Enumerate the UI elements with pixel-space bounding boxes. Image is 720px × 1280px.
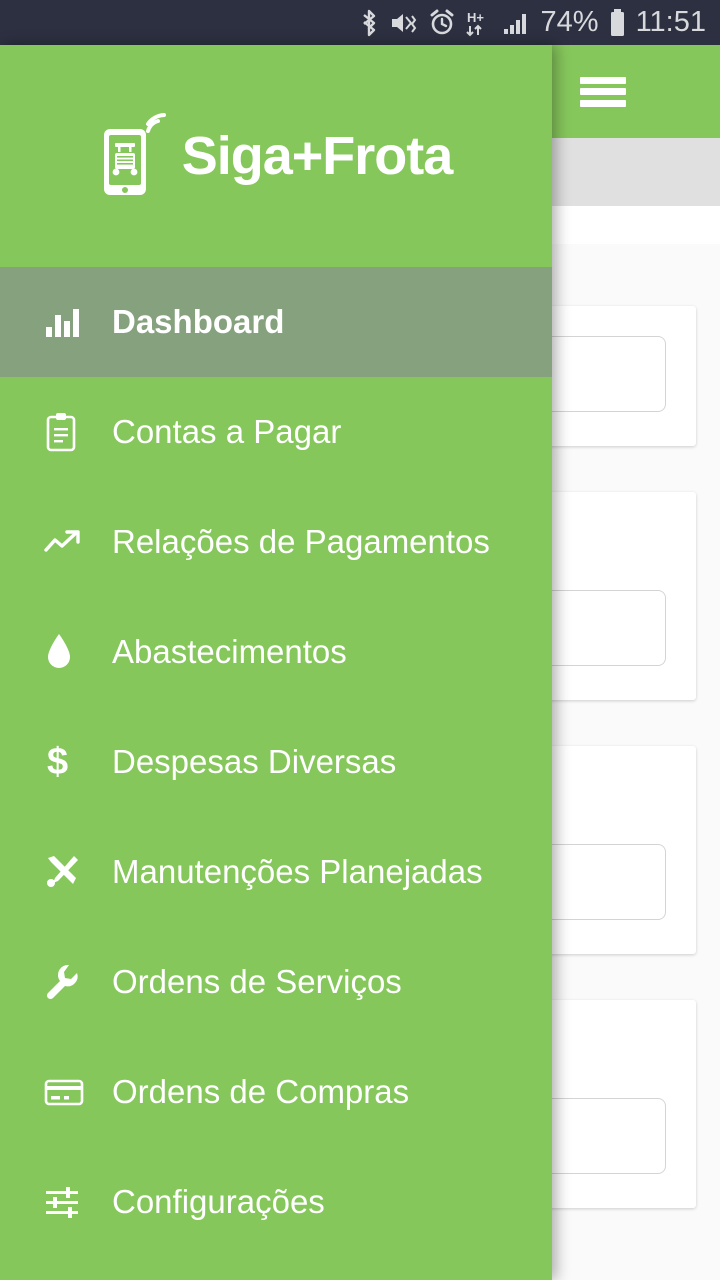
status-bar: H+ 74% 11:51: [0, 0, 720, 45]
dollar-sign-icon: $: [44, 741, 88, 783]
bluetooth-icon: [358, 8, 380, 38]
alarm-clock-icon: [428, 8, 456, 38]
sidebar-item-label: Ordens de Compras: [112, 1073, 410, 1110]
sidebar-item-ordens-de-servicos[interactable]: Ordens de Serviços: [0, 927, 552, 1037]
sidebar-item-abastecimentos[interactable]: Abastecimentos: [0, 597, 552, 707]
credit-card-icon: [44, 1077, 88, 1107]
sidebar-item-label: Dashboard: [112, 303, 285, 340]
sidebar-item-ordens-de-compras[interactable]: Ordens de Compras: [0, 1037, 552, 1147]
navigation-drawer: Siga+Frota Dashboard Contas a Pagar Rela…: [0, 45, 552, 1280]
sidebar-item-label: Ordens de Serviços: [112, 963, 402, 1000]
sidebar-item-label: Despesas Diversas: [112, 743, 397, 780]
volume-mute-vibrate-icon: [389, 8, 419, 38]
water-drop-icon: [44, 632, 88, 672]
signal-bars-icon: [502, 8, 532, 38]
sidebar-item-label: Configurações: [112, 1183, 325, 1220]
sidebar-item-configuracoes[interactable]: Configurações: [0, 1147, 552, 1257]
drawer-header: Siga+Frota: [0, 45, 552, 267]
sidebar-item-label: Contas a Pagar: [112, 413, 342, 450]
tools-icon: [44, 853, 88, 891]
clock-time-label: 11:51: [635, 6, 706, 38]
sidebar-item-manutencoes-planejadas[interactable]: Manutenções Planejadas: [0, 817, 552, 927]
trending-up-icon: [44, 528, 88, 556]
sidebar-item-label: Relações de Pagamentos: [112, 523, 490, 560]
wrench-icon: [44, 963, 88, 1001]
sidebar-item-contas-a-pagar[interactable]: Contas a Pagar: [0, 377, 552, 487]
bar-chart-icon: [44, 305, 88, 339]
sliders-icon: [44, 1185, 88, 1219]
hplus-data-icon: H+: [465, 8, 493, 38]
hamburger-menu-icon[interactable]: [580, 76, 626, 107]
clipboard-icon: [44, 412, 88, 452]
sidebar-item-label: Abastecimentos: [112, 633, 347, 670]
phone-screen: H+ 74% 11:51 Siga+Frota Dashboard Contas…: [0, 0, 720, 1280]
sidebar-item-dashboard[interactable]: Dashboard: [0, 267, 552, 377]
phone-truck-signal-icon: [103, 113, 166, 195]
sidebar-item-relacoes-de-pagamentos[interactable]: Relações de Pagamentos: [0, 487, 552, 597]
hamburger-bar: [580, 88, 626, 95]
hamburger-bar: [580, 99, 626, 107]
battery-icon: [608, 7, 627, 39]
app-logo-text: Siga+Frota: [181, 126, 454, 186]
hamburger-bar: [580, 76, 626, 84]
svg-text:H+: H+: [467, 10, 484, 25]
sidebar-item-label: Manutenções Planejadas: [112, 853, 483, 890]
battery-percent-label: 74%: [540, 6, 599, 38]
drawer-menu-list: Dashboard Contas a Pagar Relações de Pag…: [0, 267, 552, 1257]
svg-text:$: $: [47, 741, 68, 783]
sidebar-item-despesas-diversas[interactable]: $ Despesas Diversas: [0, 707, 552, 817]
app-logo: Siga+Frota: [100, 113, 453, 199]
